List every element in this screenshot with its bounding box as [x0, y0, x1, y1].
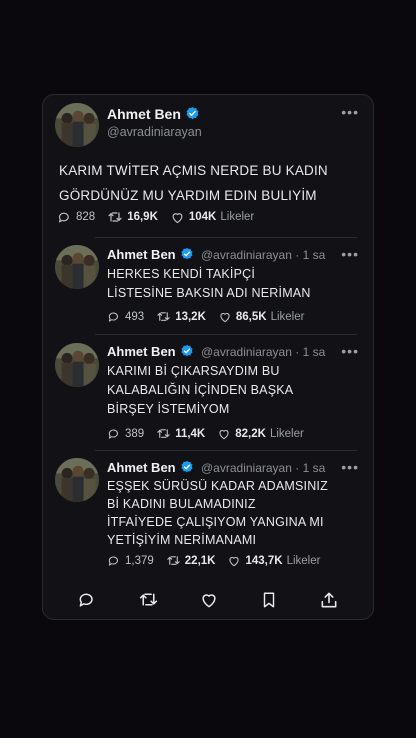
divider — [95, 334, 357, 335]
verified-badge-icon — [185, 106, 200, 124]
action-bar — [43, 589, 373, 610]
avatar[interactable] — [55, 343, 99, 387]
verified-badge-icon — [180, 460, 194, 477]
reply-author-name[interactable]: Ahmet Ben — [107, 460, 194, 477]
like-stat[interactable]: 82,2K Likeler — [217, 427, 304, 441]
reply-button[interactable] — [77, 590, 97, 610]
reply-stat[interactable]: 828 — [57, 210, 95, 225]
like-stat[interactable]: 104K Likeler — [170, 210, 254, 225]
avatar[interactable] — [55, 458, 99, 502]
like-stat[interactable]: 86,5K Likeler — [218, 310, 304, 324]
retweet-icon — [156, 426, 171, 441]
reply-stats: 389 11,4K 82,2K Likeler — [107, 426, 316, 441]
divider — [95, 450, 357, 451]
retweet-stat[interactable]: 13,2K — [156, 309, 206, 324]
heart-icon — [217, 427, 231, 441]
retweet-icon — [156, 309, 171, 324]
reply-text: HERKES KENDİ TAKİPÇİ LİSTESİNE BAKSIN AD… — [107, 267, 311, 300]
reply-stats: 493 13,2K 86,5K Likeler — [107, 309, 316, 324]
reply-stats: 1,379 22,1K 143,7K Likeler — [107, 553, 332, 568]
like-button[interactable] — [199, 590, 219, 610]
tweet-stats: 828 16,9K 104K Likeler — [57, 209, 266, 225]
reply-handle[interactable]: @avradiniarayan · 1 sa — [201, 345, 325, 359]
heart-icon — [218, 310, 232, 324]
verified-badge-icon — [180, 344, 194, 361]
avatar[interactable] — [55, 245, 99, 289]
heart-icon — [199, 590, 219, 610]
more-options-icon[interactable]: ••• — [341, 344, 359, 358]
reply-icon — [107, 310, 121, 324]
tweet-text: KARIM TWİTER AÇMIS NERDE BU KADIN GÖRDÜN… — [59, 163, 328, 203]
reply-author-name[interactable]: Ahmet Ben — [107, 344, 194, 361]
share-icon — [321, 592, 337, 607]
author-handle[interactable]: @avradiniarayan — [107, 125, 202, 139]
avatar[interactable] — [55, 103, 99, 147]
reply-author-name[interactable]: Ahmet Ben — [107, 247, 194, 264]
reply-icon — [57, 210, 72, 225]
reply-stat[interactable]: 1,379 — [107, 554, 154, 568]
retweet-icon — [138, 589, 159, 610]
retweet-stat[interactable]: 22,1K — [166, 553, 215, 568]
reply-handle[interactable]: @avradiniarayan · 1 sa — [201, 461, 325, 475]
reply-text: EŞŞEK SÜRÜSÜ KADAR ADAMSINIZ Bİ KADINI B… — [107, 479, 328, 547]
bookmark-button[interactable] — [260, 590, 278, 610]
reply-handle[interactable]: @avradiniarayan · 1 sa — [201, 248, 325, 262]
reply-stat[interactable]: 389 — [107, 427, 144, 441]
more-options-icon[interactable]: ••• — [341, 460, 359, 474]
retweet-button[interactable] — [138, 589, 159, 610]
retweet-icon — [166, 553, 181, 568]
tweet-card: Ahmet Ben @avradiniarayan ••• KARIM TWİT… — [42, 94, 374, 620]
retweet-stat[interactable]: 11,4K — [156, 426, 205, 441]
reply-icon — [77, 590, 97, 610]
author-name[interactable]: Ahmet Ben — [107, 106, 200, 124]
retweet-stat[interactable]: 16,9K — [107, 209, 158, 225]
reply-text: KARIMI Bİ ÇIKARSAYDIM BU KALABALIĞIN İÇİ… — [107, 364, 294, 416]
retweet-icon — [107, 209, 123, 225]
heart-icon — [227, 554, 241, 568]
more-options-icon[interactable]: ••• — [341, 247, 359, 261]
reply-icon — [107, 554, 121, 568]
more-options-icon[interactable]: ••• — [341, 105, 359, 119]
reply-icon — [107, 427, 121, 441]
divider — [95, 237, 357, 238]
like-stat[interactable]: 143,7K Likeler — [227, 554, 320, 568]
bookmark-icon — [263, 592, 275, 607]
verified-badge-icon — [180, 247, 194, 264]
heart-icon — [170, 210, 185, 225]
reply-stat[interactable]: 493 — [107, 310, 144, 324]
share-button[interactable] — [319, 590, 339, 610]
